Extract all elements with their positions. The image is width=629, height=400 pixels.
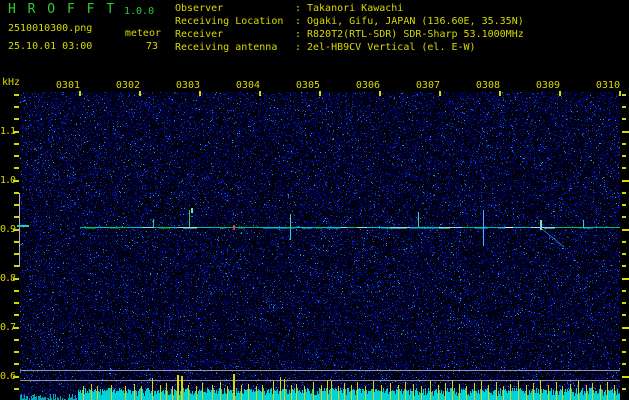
freq-right-tick <box>622 229 629 231</box>
app-version: 1.0.0 <box>124 6 155 17</box>
station-info-value-1: Ogaki, Gifu, JAPAN (136.60E, 35.35N) <box>307 16 524 27</box>
freq-right-tick <box>622 241 626 243</box>
time-tick <box>139 91 141 96</box>
time-tick <box>499 91 501 96</box>
freq-right-tick <box>622 327 629 329</box>
time-label: 0302 <box>115 80 140 91</box>
freq-minor-tick <box>14 302 19 304</box>
freq-axis-unit: kHz <box>2 77 21 88</box>
freq-minor-tick <box>14 118 19 120</box>
freq-major-tick <box>13 180 19 182</box>
time-label: 0310 <box>595 80 620 91</box>
station-info-label-0: Observer <box>175 3 224 14</box>
freq-major-tick <box>13 327 19 329</box>
freq-minor-tick <box>14 94 19 96</box>
freq-major-tick <box>13 131 19 133</box>
freq-right-tick <box>622 376 629 378</box>
freq-right-tick <box>622 278 629 280</box>
freq-right-tick <box>622 314 626 316</box>
echo-count: 73 <box>145 41 158 52</box>
station-info-value-2: R820T2(RTL-SDR) SDR-Sharp 53.1000MHz <box>307 29 524 40</box>
freq-right-tick <box>622 339 626 341</box>
time-label: 0309 <box>535 80 560 91</box>
observation-datetime: 25.10.01 03:00 <box>8 41 93 52</box>
hrofft-spectrogram-window: H R O F F T 1.0.0 2510010300.png meteor … <box>0 0 629 400</box>
station-info-label-1: Receiving Location <box>175 16 284 27</box>
freq-right-tick <box>622 388 626 390</box>
freq-right-tick <box>622 351 626 353</box>
time-label: 0303 <box>175 80 200 91</box>
time-label: 0301 <box>55 80 80 91</box>
time-label: 0305 <box>295 80 320 91</box>
freq-right-tick <box>622 302 626 304</box>
output-filename: 2510010300.png <box>8 23 93 34</box>
station-info-value-0: Takanori Kawachi <box>307 3 404 14</box>
freq-right-tick <box>622 216 626 218</box>
time-tick <box>319 91 321 96</box>
carrier-left-mark <box>17 225 29 227</box>
time-tick <box>439 91 441 96</box>
time-label: 0307 <box>415 80 440 91</box>
time-tick <box>259 91 261 96</box>
freq-right-tick <box>622 253 626 255</box>
station-info-value-3: 2el-HB9CV Vertical (el. E-W) <box>307 42 476 53</box>
freq-right-tick <box>622 180 629 182</box>
freq-right-tick <box>622 143 626 145</box>
freq-minor-tick <box>14 167 19 169</box>
freq-minor-tick <box>14 314 19 316</box>
freq-major-tick <box>13 278 19 280</box>
freq-minor-tick <box>14 363 19 365</box>
freq-minor-tick <box>14 339 19 341</box>
spectrogram-canvas <box>20 92 620 400</box>
freq-minor-tick <box>14 290 19 292</box>
freq-right-tick <box>622 94 626 96</box>
freq-right-tick <box>622 363 626 365</box>
time-tick <box>79 91 81 96</box>
freq-right-tick <box>622 167 626 169</box>
search-range-marker <box>19 193 20 267</box>
time-label: 0304 <box>235 80 260 91</box>
mode-label: meteor <box>124 28 161 39</box>
time-label: 0308 <box>475 80 500 91</box>
freq-right-tick <box>622 118 626 120</box>
freq-right-tick <box>622 290 626 292</box>
station-info-sep-3: : <box>295 42 302 53</box>
freq-right-tick <box>622 265 626 267</box>
freq-right-tick <box>622 192 626 194</box>
time-tick <box>379 91 381 96</box>
freq-right-tick <box>622 155 626 157</box>
freq-major-tick <box>13 376 19 378</box>
time-label: 0306 <box>355 80 380 91</box>
freq-right-tick <box>622 204 626 206</box>
station-info-sep-0: : <box>295 3 302 14</box>
freq-minor-tick <box>14 106 19 108</box>
time-tick <box>199 91 201 96</box>
app-title: H R O F F T <box>8 2 117 17</box>
freq-right-tick <box>622 106 626 108</box>
station-info-label-3: Receiving antenna <box>175 42 278 53</box>
freq-minor-tick <box>14 155 19 157</box>
freq-minor-tick <box>14 143 19 145</box>
freq-minor-tick <box>14 351 19 353</box>
time-tick <box>559 91 561 96</box>
station-info-sep-1: : <box>295 16 302 27</box>
station-info-sep-2: : <box>295 29 302 40</box>
station-info-label-2: Receiver <box>175 29 224 40</box>
time-tick <box>619 91 621 96</box>
freq-right-tick <box>622 131 629 133</box>
freq-minor-tick <box>14 388 19 390</box>
